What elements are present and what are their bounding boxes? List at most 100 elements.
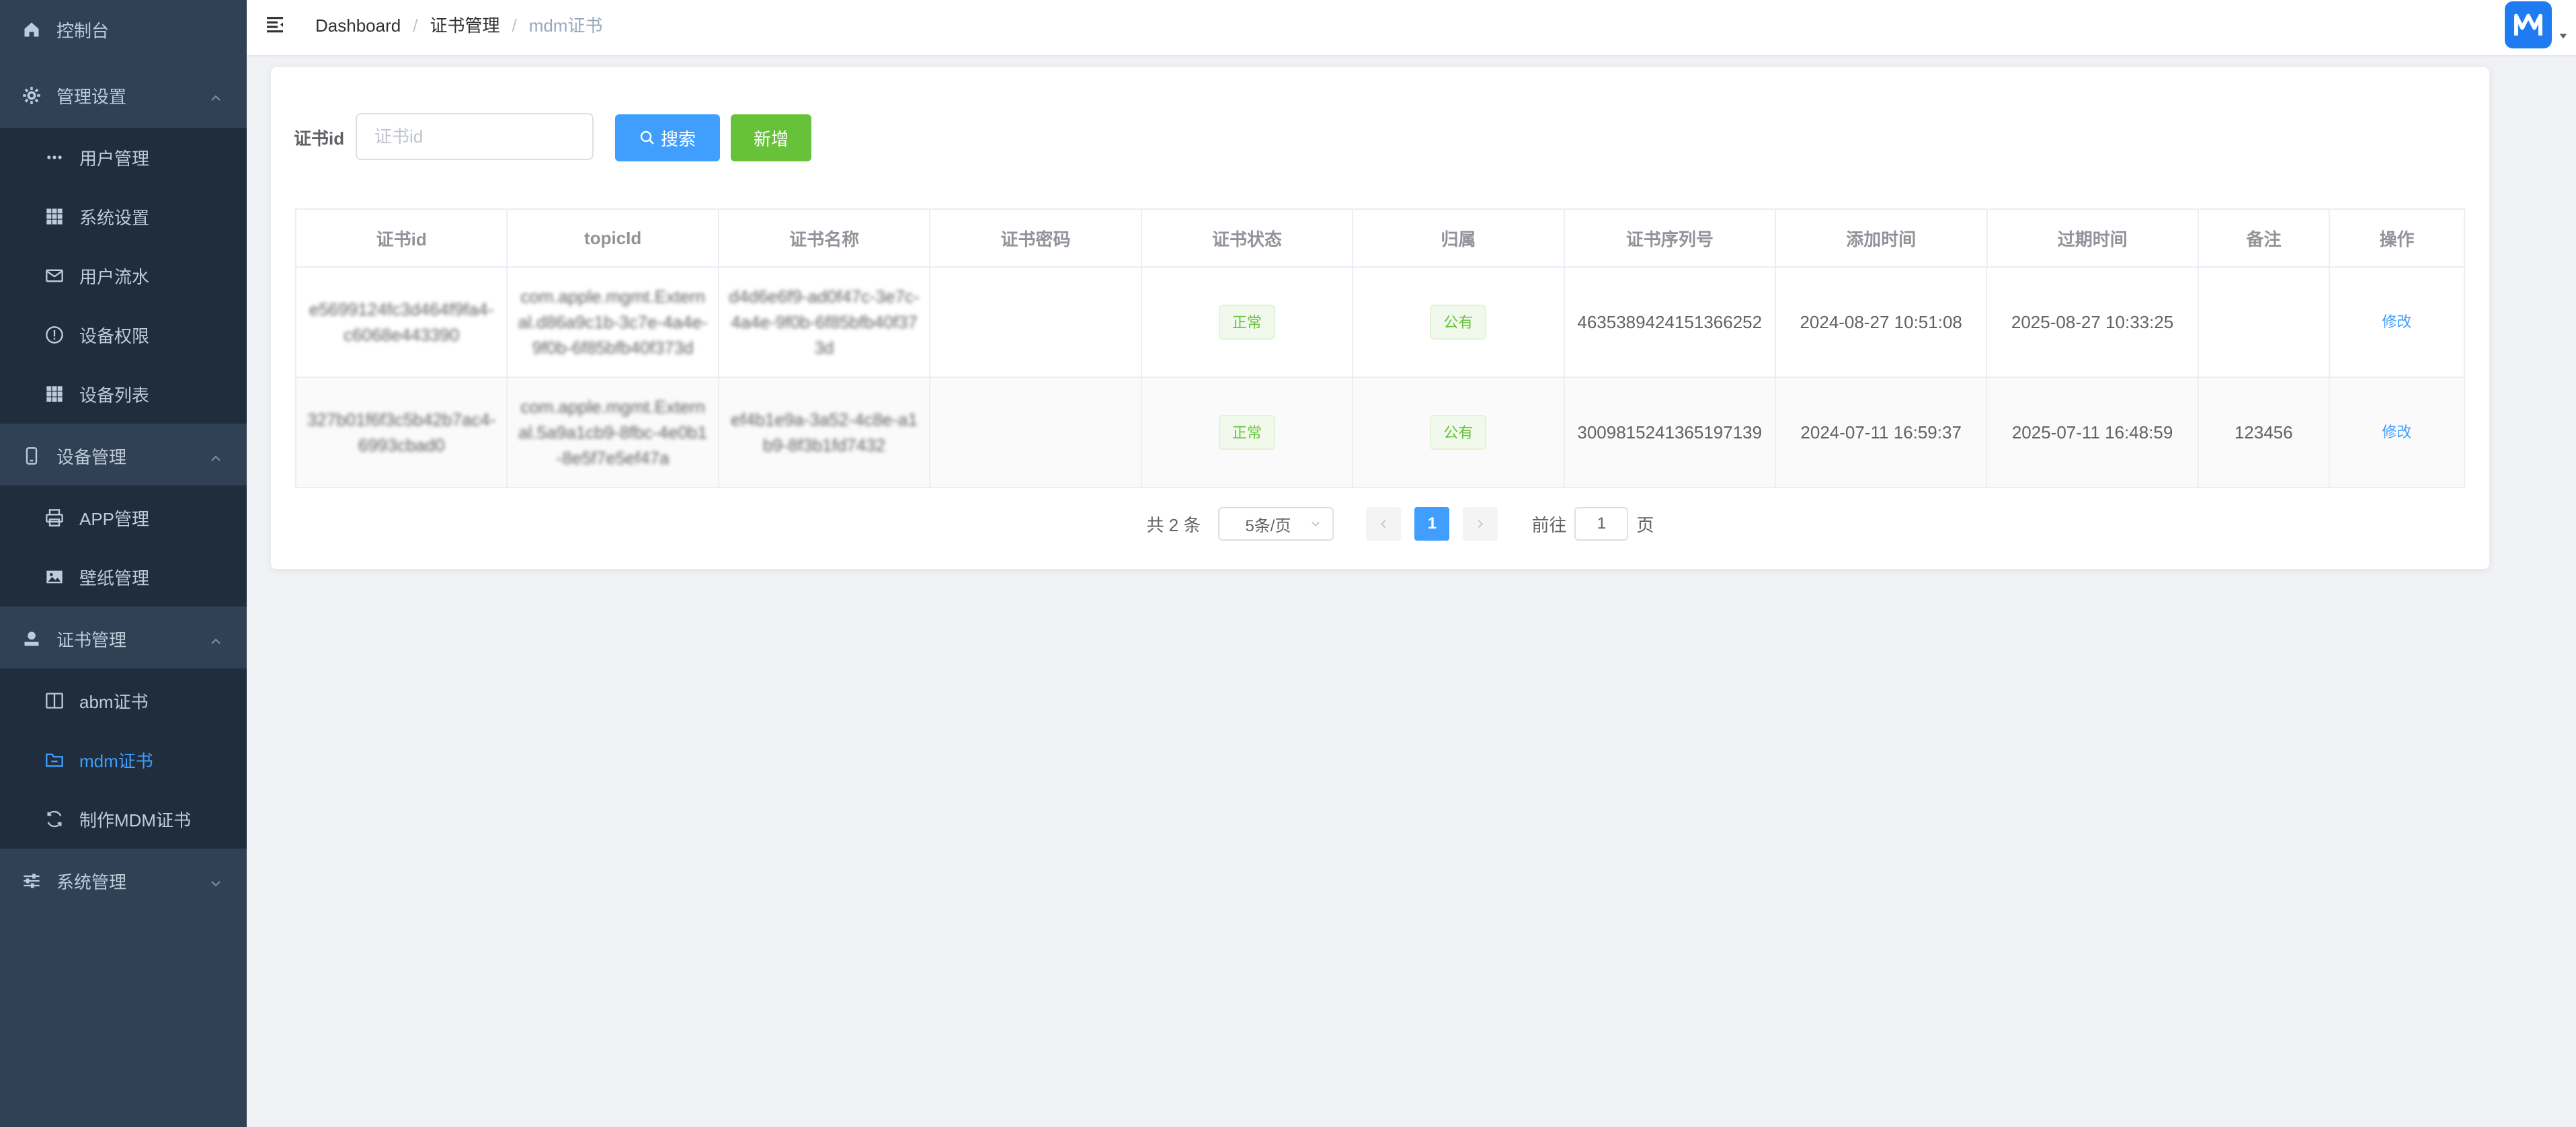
avatar[interactable] — [2505, 1, 2552, 48]
goto-page-input[interactable] — [1574, 507, 1629, 541]
phone-icon — [20, 444, 43, 467]
cell-added-time: 2024-07-11 16:59:37 — [1800, 422, 1962, 442]
cell-serial: 4635389424151366252 — [1577, 312, 1763, 332]
breadcrumb-item-cert-management[interactable]: 证书管理 — [430, 15, 499, 36]
breadcrumb-separator: / — [413, 15, 418, 36]
table-row: 327b01f6f3c5b42b7ac4-6993cbad0 com.apple… — [296, 378, 2464, 488]
sidebar-item-system-management[interactable]: 系统管理 — [0, 851, 247, 910]
sidebar-item-dashboard[interactable]: 控制台 — [0, 0, 247, 59]
navbar: Dashboard / 证书管理 / mdm证书 — [247, 0, 2576, 55]
sidebar-item-label: mdm证书 — [79, 750, 153, 771]
sidebar-item-user-flow[interactable]: 用户流水 — [0, 246, 247, 305]
column-header: 备注 — [2199, 210, 2330, 266]
column-header: 证书密码 — [930, 210, 1142, 266]
breadcrumb-item-current: mdm证书 — [528, 15, 603, 36]
refresh-icon — [43, 808, 66, 830]
status-badge: 正常 — [1218, 305, 1275, 340]
next-page-button[interactable] — [1463, 507, 1498, 541]
sidebar-item-label: 设备管理 — [56, 446, 127, 467]
sidebar-item-label: 设备权限 — [79, 325, 150, 346]
sidebar-item-users[interactable]: 用户管理 — [0, 128, 247, 187]
cell-topic-id: com.apple.mgmt.External.5a9a1cb9-8fbc-4e… — [518, 397, 707, 468]
edit-button[interactable]: 修改 — [2382, 420, 2411, 445]
grid-icon — [43, 383, 66, 405]
mail-icon — [43, 264, 66, 287]
sidebar-item-mdm-cert[interactable]: mdm证书 — [0, 730, 247, 789]
cell-cert-name: d4d6e6f9-ad0f47c-3e7c-4a4e-9f0b-6f85bfb4… — [729, 286, 920, 358]
breadcrumb-item-dashboard[interactable]: Dashboard — [315, 15, 401, 36]
sidebar-item-admin-settings[interactable]: 管理设置 — [0, 66, 247, 125]
sidebar-item-system-settings[interactable]: 系统设置 — [0, 187, 247, 246]
printer-icon — [43, 506, 66, 529]
table-header: 证书id topicId 证书名称 证书密码 证书状态 归属 证书序列号 添加时… — [296, 210, 2464, 268]
sidebar-item-label: 证书管理 — [56, 629, 127, 650]
sidebar-item-make-mdm-cert[interactable]: 制作MDM证书 — [0, 789, 247, 849]
pagination: 共 2 条 5条/页 1 前往 页 — [271, 507, 2489, 541]
cell-cert-name: ef4b1e9a-3a52-4c8e-a1b9-8f3b1fd7432 — [731, 410, 918, 455]
hamburger-menu-icon[interactable] — [264, 13, 288, 38]
search-icon — [640, 130, 654, 145]
edit-button[interactable]: 修改 — [2382, 309, 2411, 335]
main-card: 证书id 搜索 新增 证书id topicId 证书名称 证书密码 证书状态 归… — [271, 67, 2489, 569]
sidebar-item-label: APP管理 — [79, 508, 150, 529]
cell-serial: 3009815241365197139 — [1577, 422, 1763, 442]
folder-icon — [43, 748, 66, 771]
prev-page-button[interactable] — [1366, 507, 1402, 541]
sidebar-item-label: 系统管理 — [56, 871, 127, 892]
sidebar-item-app-management[interactable]: APP管理 — [0, 488, 247, 547]
owner-badge: 公有 — [1430, 305, 1487, 340]
user-stamp-icon — [20, 627, 43, 650]
chevron-left-icon — [1381, 519, 1386, 529]
page-size-value: 5条/页 — [1245, 516, 1291, 535]
sidebar-item-cert-management[interactable]: 证书管理 — [0, 609, 247, 668]
column-header: 证书状态 — [1142, 210, 1354, 266]
status-badge: 正常 — [1218, 415, 1275, 450]
sidebar-item-label: 用户管理 — [79, 148, 150, 169]
page-number-button[interactable]: 1 — [1414, 507, 1450, 541]
breadcrumb: Dashboard / 证书管理 / mdm证书 — [315, 15, 602, 36]
goto-prefix: 前往 — [1531, 514, 1567, 535]
search-button-label: 搜索 — [660, 128, 696, 149]
sidebar-item-label: abm证书 — [79, 691, 149, 712]
sidebar-item-label: 制作MDM证书 — [79, 810, 192, 830]
sidebar-item-device-list[interactable]: 设备列表 — [0, 364, 247, 424]
goto-page: 前往 页 — [1531, 507, 1654, 541]
sidebar-item-label: 壁纸管理 — [79, 568, 150, 588]
chevron-right-icon — [1478, 519, 1484, 529]
column-header: 证书序列号 — [1565, 210, 1777, 266]
chevron-down-icon — [1312, 521, 1320, 527]
info-circle-icon — [43, 323, 66, 346]
sidebar-item-label: 系统设置 — [79, 207, 150, 228]
chevron-up-icon — [209, 632, 223, 646]
sidebar-item-label: 管理设置 — [56, 86, 127, 107]
sidebar-item-abm-cert[interactable]: abm证书 — [0, 671, 247, 730]
add-button[interactable]: 新增 — [731, 114, 811, 161]
page-size-select[interactable]: 5条/页 — [1218, 507, 1334, 541]
picture-icon — [43, 566, 66, 588]
sidebar-item-label: 控制台 — [56, 20, 110, 41]
column-header: 归属 — [1353, 210, 1565, 266]
cert-id-search-input[interactable] — [356, 113, 594, 160]
sidebar-item-device-permissions[interactable]: 设备权限 — [0, 305, 247, 364]
sidebar: 控制台 管理设置 用户管理 系统设置 用户流水 设备权限 设备列表 设备管理 A… — [0, 0, 247, 1127]
cell-added-time: 2024-08-27 10:51:08 — [1800, 312, 1962, 332]
caret-down-icon[interactable] — [2557, 30, 2571, 43]
cell-expire-time: 2025-08-27 10:33:25 — [2011, 312, 2174, 332]
cell-remark: 123456 — [2234, 422, 2293, 442]
cert-table: 证书id topicId 证书名称 证书密码 证书状态 归属 证书序列号 添加时… — [295, 208, 2465, 488]
column-header: topicId — [508, 210, 719, 266]
sidebar-item-wallpaper[interactable]: 壁纸管理 — [0, 547, 247, 607]
sidebar-item-label: 用户流水 — [79, 266, 150, 287]
cell-cert-id: e5699124fc3d464f9fa4-c6068e443390 — [309, 299, 494, 345]
sidebar-item-device-management[interactable]: 设备管理 — [0, 426, 247, 485]
breadcrumb-separator: / — [512, 15, 517, 36]
column-header: 证书名称 — [719, 210, 931, 266]
cell-topic-id: com.apple.mgmt.External.d86a9c1b-3c7e-4a… — [518, 286, 708, 358]
column-header: 过期时间 — [1988, 210, 2199, 266]
book-icon — [43, 689, 66, 712]
chevron-down-icon — [209, 874, 223, 888]
cell-expire-time: 2025-07-11 16:48:59 — [2011, 422, 2173, 442]
column-header: 证书id — [296, 210, 508, 266]
gear-icon — [20, 84, 43, 107]
search-button[interactable]: 搜索 — [615, 114, 720, 161]
